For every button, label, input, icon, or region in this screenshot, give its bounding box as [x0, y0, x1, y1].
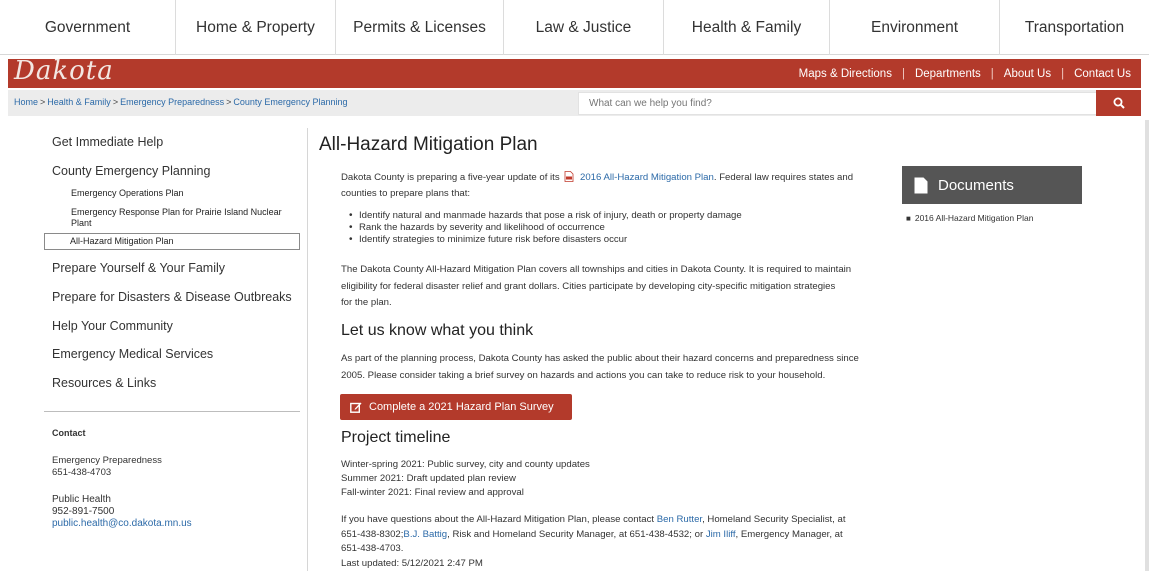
intro-text-a: Dakota County is preparing a five-year u…: [341, 172, 560, 183]
scrollbar[interactable]: [1145, 120, 1149, 571]
questions-text-c: 651-438-8302;: [341, 528, 404, 540]
topnav-environment[interactable]: Environment: [830, 0, 1000, 55]
questions-text-a: If you have questions about the All-Haza…: [341, 514, 655, 525]
nav-resources-links[interactable]: Resources & Links: [52, 376, 156, 390]
separator: |: [990, 67, 994, 80]
document-icon: [914, 177, 928, 193]
timeline-list: Winter-spring 2021: Public survey, city …: [341, 458, 901, 500]
edit-icon: [350, 402, 362, 413]
bj-battig-link[interactable]: B.J. Battig: [403, 529, 447, 540]
breadcrumb-separator: >: [226, 97, 232, 107]
topnav-law-justice[interactable]: Law & Justice: [504, 0, 664, 55]
list-item: Identify strategies to minimize future r…: [341, 234, 901, 246]
coverage-line-1: The Dakota County All-Hazard Mitigation …: [341, 264, 852, 275]
contact-ph-email-link[interactable]: public.health@co.dakota.mn.us: [52, 518, 192, 529]
ben-rutter-link[interactable]: Ben Rutter: [657, 514, 702, 525]
questions-paragraph: If you have questions about the All-Haza…: [341, 513, 901, 571]
nav-emergency-medical-services[interactable]: Emergency Medical Services: [52, 347, 213, 361]
list-item: Rank the hazards by severity and likelih…: [341, 222, 901, 234]
nav-prairie-island-plan[interactable]: Emergency Response Plan for Prairie Isla…: [71, 207, 299, 229]
breadcrumb-county-emergency-planning[interactable]: County Emergency Planning: [233, 97, 347, 107]
documents-list-item[interactable]: ■ 2016 All-Hazard Mitigation Plan: [906, 213, 1033, 223]
documents-header: Documents: [902, 166, 1082, 204]
last-updated: Last updated: 5/12/2021 2:47 PM: [341, 557, 483, 569]
nav-all-hazard-mitigation-plan[interactable]: All-Hazard Mitigation Plan: [44, 233, 300, 250]
coverage-line-3: for the plan.: [341, 297, 392, 308]
nav-prairie-island-label-2: Plant: [71, 218, 92, 228]
timeline-item: Summer 2021: Draft updated plan review: [341, 473, 516, 484]
search-input[interactable]: [578, 92, 1100, 115]
questions-text-d: , Risk and Homeland Security Manager, at…: [447, 528, 704, 540]
intro-text-b: . Federal law requires states and: [713, 172, 854, 183]
breadcrumb-health-family[interactable]: Health & Family: [47, 97, 111, 107]
breadcrumb-search-bar: Home > Health & Family > Emergency Preparedn…: [8, 90, 1141, 116]
top-navigation: Government Home & Property Permits & Lic…: [0, 0, 1149, 55]
contact-heading: Contact: [52, 428, 86, 438]
jim-iliff-link[interactable]: Jim Iliff: [706, 529, 736, 540]
timeline-item: Fall-winter 2021: Final review and appro…: [341, 487, 524, 498]
complete-survey-label: Complete a 2021 Hazard Plan Survey: [369, 401, 554, 413]
topnav-government[interactable]: Government: [0, 0, 176, 55]
nav-prepare-disasters[interactable]: Prepare for Disasters & Disease Outbreak…: [52, 290, 292, 304]
complete-survey-button[interactable]: Complete a 2021 Hazard Plan Survey: [340, 394, 572, 420]
maps-directions-link[interactable]: Maps & Directions: [799, 68, 892, 80]
intro-text-c: counties to prepare plans that:: [341, 188, 471, 199]
header-banner: Dakota Maps & Directions | Departments |…: [8, 56, 1141, 88]
divider: [44, 411, 300, 412]
contact-public-health: Public Health 952-891-7500 public.health…: [52, 494, 192, 530]
contact-ph-phone: 952-891-7500: [52, 506, 115, 517]
separator: |: [1061, 67, 1065, 80]
breadcrumb-separator: >: [112, 97, 119, 107]
topnav-permits-licenses[interactable]: Permits & Licenses: [336, 0, 504, 55]
search-icon: [1113, 97, 1125, 109]
about-us-link[interactable]: About Us: [1004, 68, 1051, 80]
list-item: Identify natural and manmade hazards tha…: [341, 210, 901, 222]
coverage-paragraph: The Dakota County All-Hazard Mitigation …: [341, 262, 901, 312]
survey-line-1: As part of the planning process, Dakota …: [341, 353, 859, 364]
contact-us-link[interactable]: Contact Us: [1074, 68, 1131, 80]
questions-text-b: , Homeland Security Specialist, at: [702, 514, 846, 525]
questions-text-e: , Emergency Manager, at: [735, 528, 843, 540]
topnav-home-property[interactable]: Home & Property: [176, 0, 336, 55]
separator: |: [901, 67, 905, 80]
nav-prepare-yourself[interactable]: Prepare Yourself & Your Family: [52, 261, 225, 275]
contact-emergency-preparedness: Emergency Preparedness 651-438-4703: [52, 455, 162, 479]
nav-prairie-island-label-1: Emergency Response Plan for Prairie Isla…: [71, 207, 282, 217]
nav-get-immediate-help[interactable]: Get Immediate Help: [52, 135, 163, 149]
breadcrumb-emergency-preparedness[interactable]: Emergency Preparedness: [120, 97, 224, 107]
nav-help-community[interactable]: Help Your Community: [52, 319, 173, 333]
contact-ep-name: Emergency Preparedness: [52, 455, 162, 466]
breadcrumb: Home > Health & Family > Emergency Preparedn…: [14, 97, 347, 107]
nav-county-emergency-planning[interactable]: County Emergency Planning: [52, 164, 210, 178]
questions-text-f: 651-438-4703.: [341, 543, 404, 554]
survey-line-2: 2005. Please consider taking a brief sur…: [341, 370, 826, 381]
dakota-logo[interactable]: Dakota: [14, 56, 114, 86]
survey-paragraph: As part of the planning process, Dakota …: [341, 350, 901, 384]
documents-title: Documents: [938, 176, 1014, 194]
coverage-line-2: eligibility for federal disaster relief …: [341, 280, 836, 292]
breadcrumb-separator: >: [40, 97, 46, 107]
plan-2016-link[interactable]: 2016 All-Hazard Mitigation Plan: [580, 172, 714, 183]
bullet-icon: ■: [906, 214, 911, 223]
page-title: All-Hazard Mitigation Plan: [319, 134, 538, 155]
timeline-item: Winter-spring 2021: Public survey, city …: [341, 459, 590, 470]
pdf-icon: [564, 171, 574, 182]
topnav-transportation[interactable]: Transportation: [1000, 0, 1149, 55]
departments-link[interactable]: Departments: [915, 68, 981, 80]
topnav-health-family[interactable]: Health & Family: [664, 0, 830, 55]
heading-feedback: Let us know what you think: [341, 322, 534, 339]
heading-timeline: Project timeline: [341, 429, 451, 446]
documents-item-label: 2016 All-Hazard Mitigation Plan: [914, 213, 1034, 223]
contact-ph-name: Public Health: [52, 494, 111, 505]
breadcrumb-home[interactable]: Home: [14, 97, 38, 107]
nav-emergency-operations-plan[interactable]: Emergency Operations Plan: [71, 188, 184, 199]
search-button[interactable]: [1096, 90, 1141, 116]
contact-ep-phone: 651-438-4703: [52, 467, 112, 478]
intro-paragraph: Dakota County is preparing a five-year u…: [341, 170, 901, 202]
divider: [307, 128, 308, 571]
utility-links: Maps & Directions | Departments | About …: [799, 59, 1131, 88]
hazard-bullet-list: Identify natural and manmade hazards tha…: [341, 210, 901, 246]
